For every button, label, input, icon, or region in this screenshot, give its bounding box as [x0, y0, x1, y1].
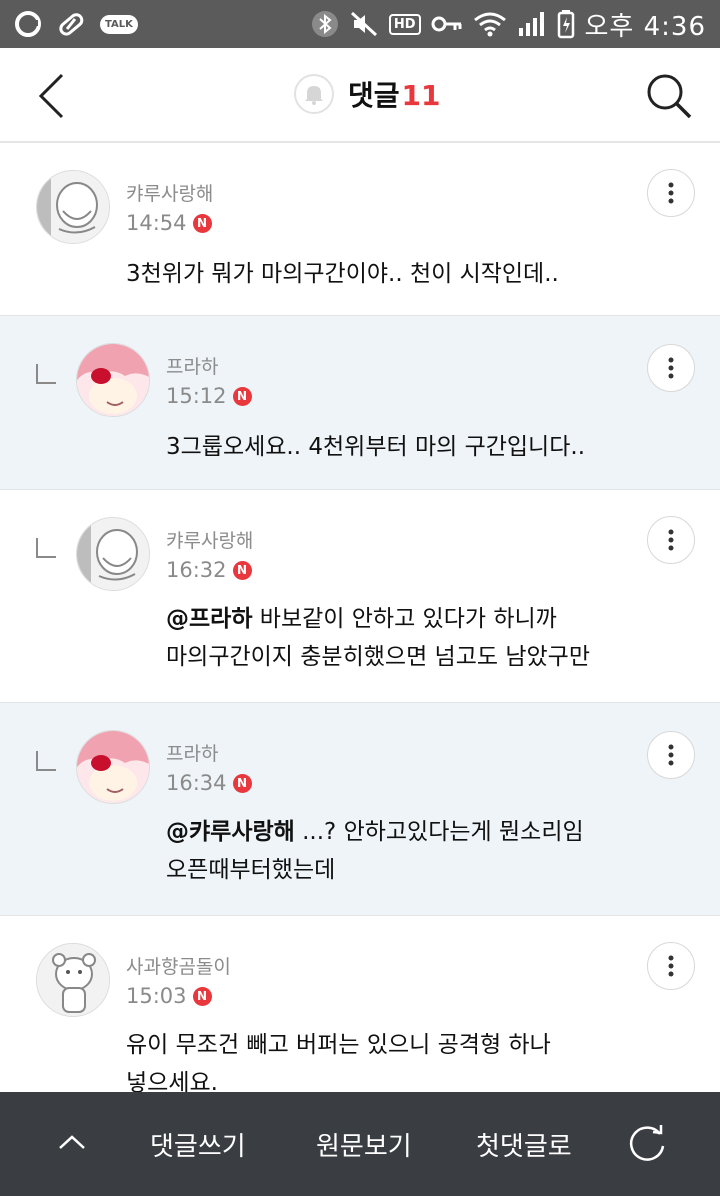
page-title: 댓글11 [348, 79, 441, 112]
avatar[interactable] [76, 343, 150, 417]
comment-nickname[interactable]: 프라하 [166, 352, 218, 379]
comment-item: 사과향곰돌이 15:03 N 유이 무조건 빼고 버퍼는 있으니 공격형 하나 넣… [0, 916, 720, 1092]
reply-item: 프라하 15:12 N 3그룹오세요.. 4천위부터 마의 구간입니다.. [0, 316, 720, 490]
new-badge: N [232, 560, 252, 580]
hd-voice-icon: HD [388, 13, 421, 35]
comment-text: 3그룹오세요.. 4천위부터 마의 구간입니다.. [166, 434, 586, 460]
mute-icon [349, 10, 379, 38]
comment-nickname[interactable]: 캬루사랑해 [166, 526, 253, 553]
more-options-button[interactable] [647, 942, 695, 990]
more-vertical-icon [668, 357, 674, 379]
comment-time: 15:12 N [166, 384, 252, 408]
comment-nickname[interactable]: 캬루사랑해 [126, 179, 213, 206]
more-vertical-icon [668, 744, 674, 766]
comment-nickname[interactable]: 프라하 [166, 739, 218, 766]
comment-count: 11 [401, 79, 441, 112]
kakaotalk-icon: TALK [100, 14, 138, 34]
write-comment-button[interactable]: 댓글쓰기 [150, 1126, 246, 1163]
comment-time: 16:32 N [166, 558, 252, 582]
more-options-button[interactable] [647, 516, 695, 564]
refresh-button[interactable] [624, 1120, 670, 1166]
back-button[interactable] [26, 70, 76, 122]
reply-arrow-icon [36, 364, 56, 384]
avatar[interactable] [76, 730, 150, 804]
more-vertical-icon [668, 529, 674, 551]
first-comment-button[interactable]: 첫댓글로 [476, 1126, 572, 1163]
avatar[interactable] [36, 170, 110, 244]
more-vertical-icon [668, 955, 674, 977]
comments-header: 댓글11 [0, 48, 720, 143]
more-options-button[interactable] [647, 731, 695, 779]
new-badge: N [192, 986, 212, 1006]
notification-bell-button[interactable] [294, 74, 334, 114]
bluetooth-icon [311, 10, 339, 38]
new-badge: N [232, 386, 252, 406]
chevron-left-icon [38, 73, 64, 119]
wifi-icon [473, 10, 507, 38]
mention-link[interactable]: @캬루사랑해 [166, 819, 295, 845]
bell-icon [305, 86, 323, 105]
status-clock: 오후 4:36 [584, 11, 706, 42]
mention-link[interactable]: @프라하 [166, 606, 252, 632]
search-button[interactable] [644, 70, 694, 122]
comment-text: @캬루사랑해 ...? 안하고있다는게 뭔소리임 오픈때부터했는데 [166, 819, 584, 883]
comment-text: @프라하 바보같이 안하고 있다가 하니까 마의구간이지 충분히했으면 넘고도 … [166, 606, 590, 670]
scroll-top-button[interactable] [52, 1122, 92, 1162]
chevron-up-icon [59, 1135, 85, 1149]
battery-icon [557, 9, 575, 39]
refresh-icon [629, 1125, 665, 1161]
reply-item: 프라하 16:34 N @캬루사랑해 ...? 안하고있다는게 뭔소리임 오픈때부… [0, 703, 720, 916]
reply-item: 캬루사랑해 16:32 N @프라하 바보같이 안하고 있다가 하니까 마의구간이… [0, 490, 720, 703]
new-badge: N [192, 213, 212, 233]
more-vertical-icon [668, 182, 674, 204]
more-options-button[interactable] [647, 344, 695, 392]
comment-text: 유이 무조건 빼고 버퍼는 있으니 공격형 하나 넣으세요. [126, 1032, 551, 1092]
more-options-button[interactable] [647, 169, 695, 217]
circle-app-icon [14, 10, 42, 38]
comment-time: 14:54 N [126, 211, 212, 235]
avatar[interactable] [76, 517, 150, 591]
key-icon [431, 14, 463, 34]
comment-time: 16:34 N [166, 771, 252, 795]
comment-list[interactable]: 캬루사랑해 14:54 N 3천위가 뭐가 마의구간이야.. 천이 시작인데.. … [0, 143, 720, 1092]
avatar[interactable] [36, 943, 110, 1017]
bottom-toolbar: 댓글쓰기 원문보기 첫댓글로 [0, 1092, 720, 1196]
status-bar: TALK HD 오후 4:36 [0, 0, 720, 48]
view-original-button[interactable]: 원문보기 [316, 1126, 412, 1163]
comment-nickname[interactable]: 사과향곰돌이 [126, 952, 231, 979]
comment-item: 캬루사랑해 14:54 N 3천위가 뭐가 마의구간이야.. 천이 시작인데.. [0, 143, 720, 316]
reply-arrow-icon [36, 751, 56, 771]
search-icon [647, 74, 692, 119]
signal-icon [517, 10, 547, 38]
comment-time: 15:03 N [126, 984, 212, 1008]
reply-arrow-icon [36, 538, 56, 558]
comment-text: 3천위가 뭐가 마의구간이야.. 천이 시작인데.. [126, 261, 559, 287]
pill-icon [56, 9, 86, 39]
new-badge: N [232, 773, 252, 793]
